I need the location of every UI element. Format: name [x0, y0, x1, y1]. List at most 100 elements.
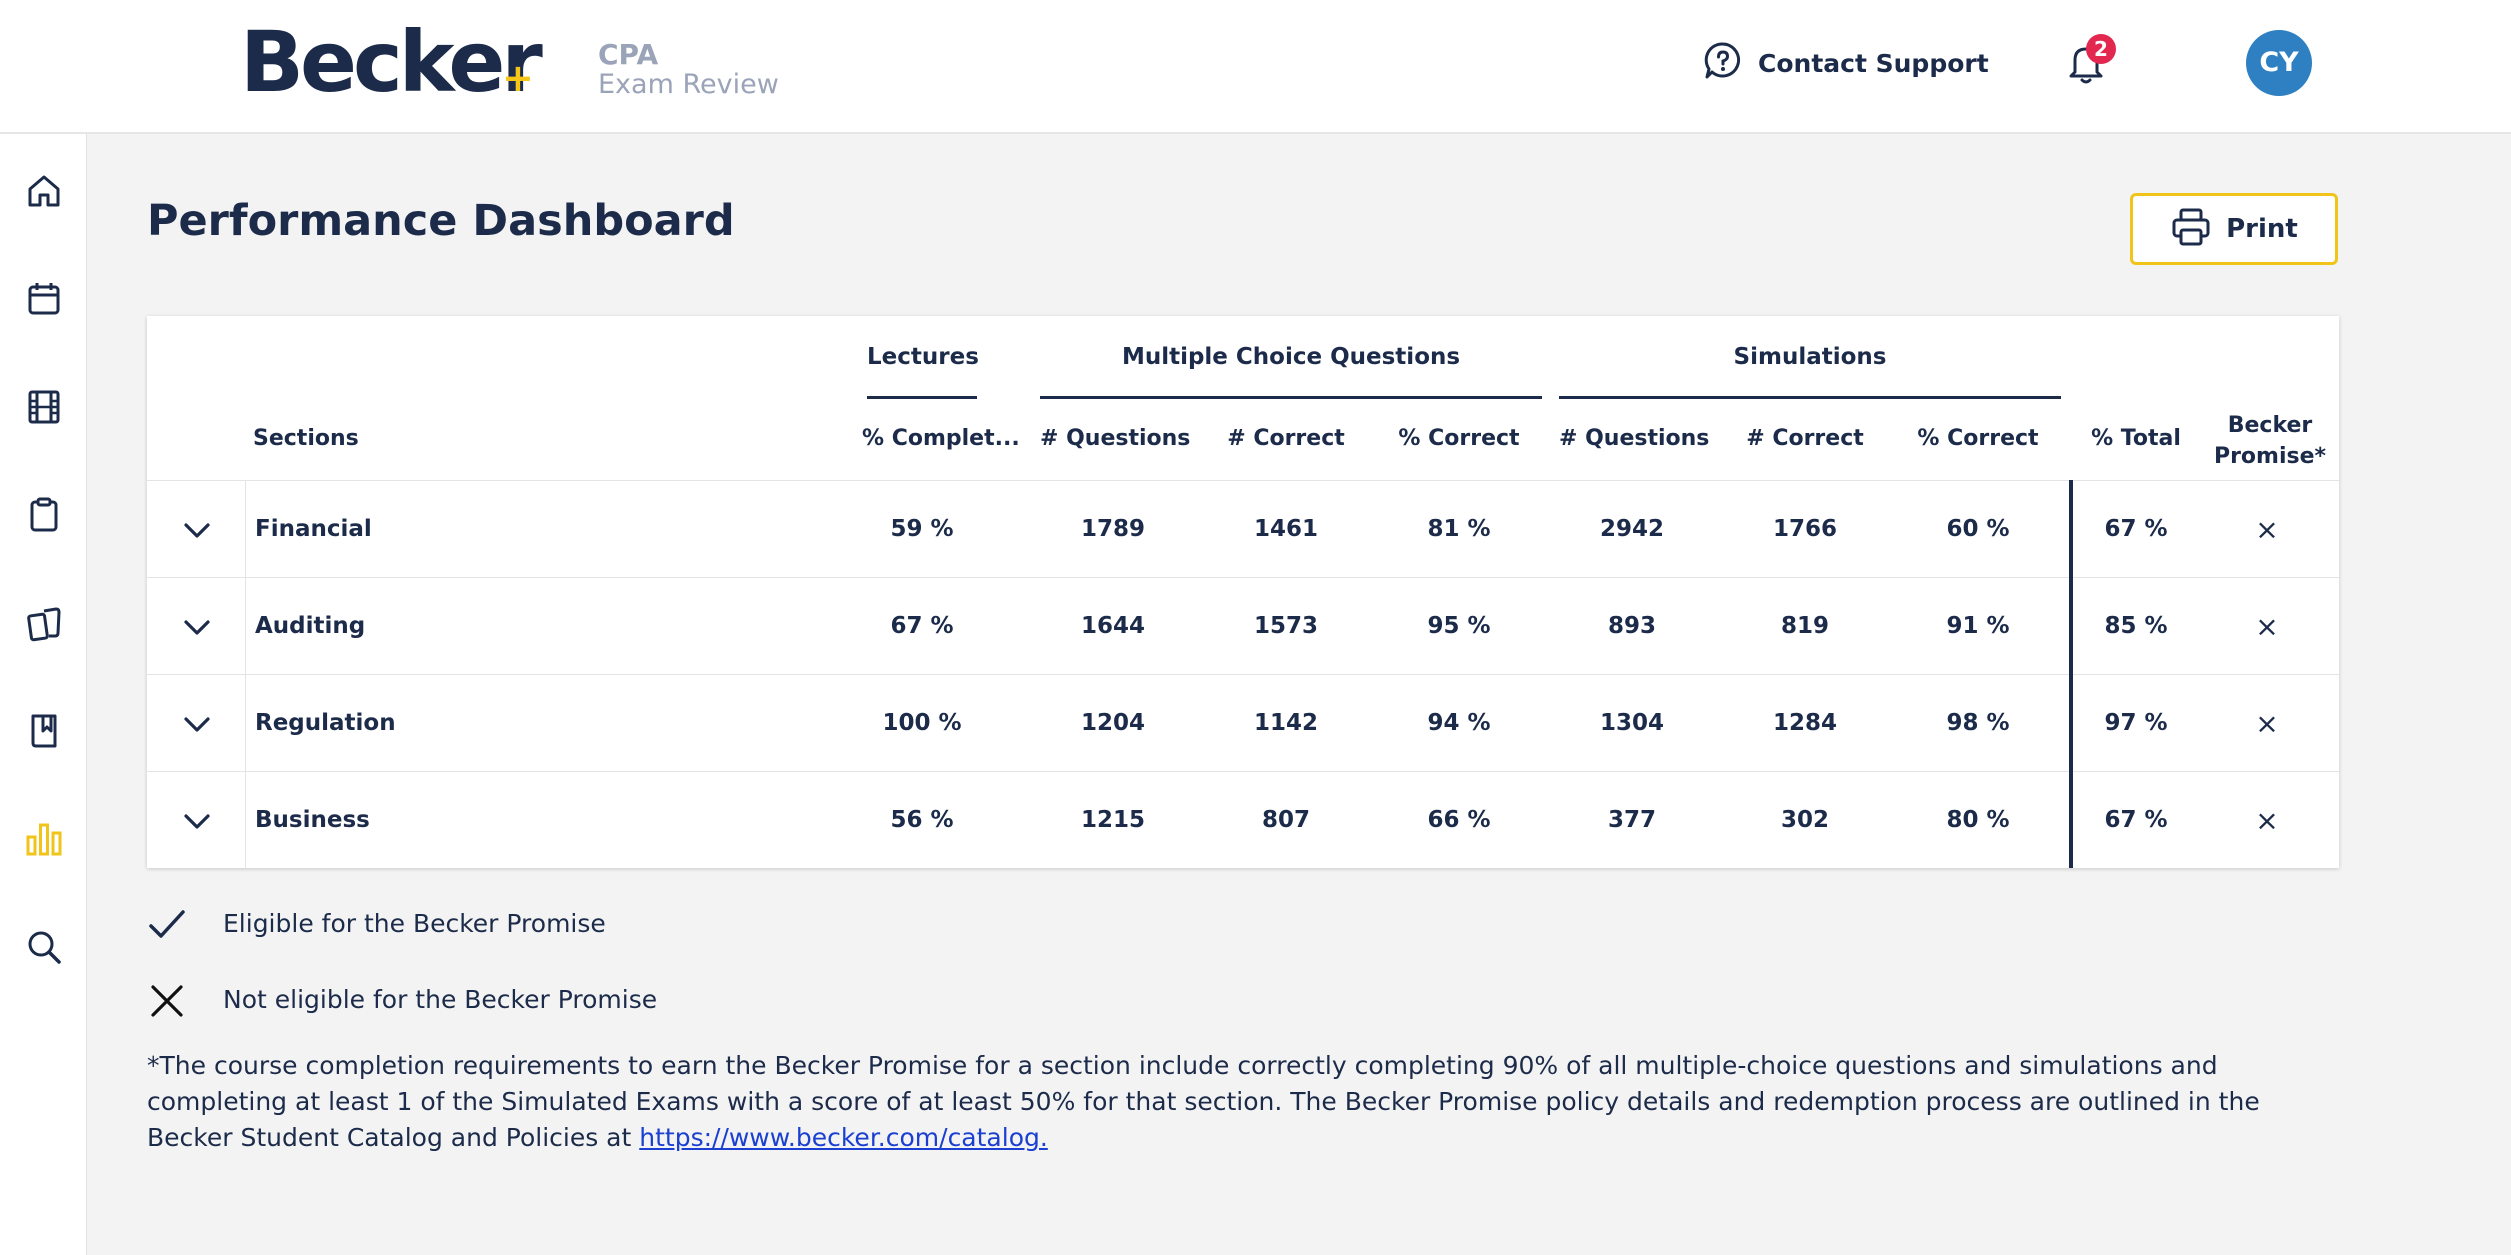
section-name: Regulation — [255, 710, 396, 736]
flashcards-icon[interactable] — [20, 599, 68, 647]
top-header: Becker + CPA Exam Review Contact Support… — [0, 0, 2511, 134]
group-header-mcq: Multiple Choice Questions — [1121, 344, 1461, 370]
group-underline-simulations — [1559, 396, 2061, 399]
chat-question-icon — [1702, 40, 1744, 86]
row-separator — [245, 578, 246, 675]
home-icon[interactable] — [20, 167, 68, 215]
promise-not-eligible-icon: × — [2255, 707, 2279, 740]
total-pct: 67 % — [2104, 516, 2168, 542]
mcq-pct-correct: 95 % — [1427, 613, 1491, 639]
bookmark-book-icon[interactable] — [20, 707, 68, 755]
product-name-cpa: CPA — [598, 38, 659, 71]
lectures-complete: 59 % — [890, 516, 954, 542]
product-name-exam-review: Exam Review — [598, 69, 779, 100]
col-header-lectures-complete: % Complet... — [862, 426, 1020, 451]
sim-questions: 1304 — [1599, 710, 1664, 736]
row-separator — [245, 481, 246, 578]
promise-not-eligible-icon: × — [2255, 610, 2279, 643]
sim-pct-correct: 80 % — [1946, 807, 2010, 833]
footnote-text: *The course completion requirements to e… — [147, 1051, 2260, 1152]
chevron-down-icon[interactable] — [177, 608, 217, 648]
chevron-down-icon[interactable] — [177, 511, 217, 551]
col-header-total: % Total — [2091, 426, 2181, 451]
promise-not-eligible-icon: × — [2255, 804, 2279, 837]
sim-correct: 1766 — [1772, 516, 1837, 542]
section-name: Auditing — [255, 613, 366, 639]
search-icon[interactable] — [20, 923, 68, 971]
row-separator — [245, 772, 246, 869]
chevron-down-icon[interactable] — [177, 705, 217, 745]
becker-logo[interactable]: Becker — [240, 12, 543, 112]
mcq-questions: 1215 — [1080, 807, 1145, 833]
contact-support-label: Contact Support — [1758, 48, 1989, 78]
col-header-sim-questions: # Questions — [1559, 426, 1710, 451]
total-column-divider — [2069, 480, 2073, 868]
col-header-mcq-pct-correct: % Correct — [1398, 426, 1520, 451]
total-pct: 85 % — [2104, 613, 2168, 639]
mcq-correct: 1142 — [1253, 710, 1318, 736]
mcq-questions: 1644 — [1080, 613, 1145, 639]
table-row: Financial 59 % 1789 1461 81 % 2942 1766 … — [147, 480, 2339, 578]
notification-count-badge: 2 — [2086, 34, 2116, 64]
table-row: Regulation 100 % 1204 1142 94 % 1304 128… — [147, 674, 2339, 772]
table-row: Business 56 % 1215 807 66 % 377 302 80 %… — [147, 771, 2339, 869]
mcq-pct-correct: 81 % — [1427, 516, 1491, 542]
printer-icon — [2170, 207, 2212, 251]
user-avatar[interactable]: CY — [2246, 30, 2312, 96]
mcq-questions: 1204 — [1080, 710, 1145, 736]
calendar-icon[interactable] — [20, 275, 68, 323]
legend-not-eligible-label: Not eligible for the Becker Promise — [223, 985, 658, 1014]
col-header-sim-pct-correct: % Correct — [1917, 426, 2039, 451]
sim-correct: 302 — [1780, 807, 1829, 833]
group-header-lectures: Lectures — [867, 344, 979, 370]
sim-pct-correct: 98 % — [1946, 710, 2010, 736]
lectures-complete: 67 % — [890, 613, 954, 639]
group-underline-mcq — [1040, 396, 1542, 399]
sim-questions: 377 — [1607, 807, 1656, 833]
sim-questions: 2942 — [1599, 516, 1664, 542]
clipboard-icon[interactable] — [20, 491, 68, 539]
table-row: Auditing 67 % 1644 1573 95 % 893 819 91 … — [147, 577, 2339, 675]
sim-pct-correct: 91 % — [1946, 613, 2010, 639]
performance-table: Lectures Multiple Choice Questions Simul… — [147, 316, 2339, 869]
bar-chart-icon[interactable] — [20, 815, 68, 863]
mcq-questions: 1789 — [1080, 516, 1145, 542]
page-title: Performance Dashboard — [147, 196, 735, 246]
col-header-sections: Sections — [253, 426, 359, 451]
mcq-correct: 807 — [1261, 807, 1310, 833]
catalog-link[interactable]: https://www.becker.com/catalog. — [639, 1123, 1048, 1152]
print-button[interactable]: Print — [2130, 193, 2338, 265]
sim-pct-correct: 60 % — [1946, 516, 2010, 542]
sim-correct: 1284 — [1772, 710, 1837, 736]
group-underline-lectures — [867, 396, 977, 399]
footnote: *The course completion requirements to e… — [147, 1048, 2347, 1156]
logo-plus-mark: + — [502, 56, 534, 100]
contact-support-button[interactable]: Contact Support — [1702, 40, 1989, 86]
mcq-correct: 1573 — [1253, 613, 1318, 639]
print-label: Print — [2226, 214, 2298, 244]
total-pct: 97 % — [2104, 710, 2168, 736]
col-header-mcq-questions: # Questions — [1040, 426, 1191, 451]
col-header-becker-promise-line1: Becker — [2227, 413, 2313, 438]
total-pct: 67 % — [2104, 807, 2168, 833]
legend-eligible-label: Eligible for the Becker Promise — [223, 909, 606, 938]
sidebar-nav — [0, 134, 87, 1255]
col-header-becker-promise: Becker Promise* — [2207, 410, 2333, 472]
checkmark-icon — [147, 905, 187, 949]
col-header-sim-correct: # Correct — [1746, 426, 1864, 451]
lectures-complete: 56 % — [890, 807, 954, 833]
product-name: CPA Exam Review — [598, 40, 779, 100]
x-mark-icon — [147, 981, 187, 1025]
sim-questions: 893 — [1607, 613, 1656, 639]
row-separator — [245, 675, 246, 772]
chevron-down-icon[interactable] — [177, 802, 217, 842]
mcq-correct: 1461 — [1253, 516, 1318, 542]
film-icon[interactable] — [20, 383, 68, 431]
col-header-mcq-correct: # Correct — [1227, 426, 1345, 451]
lectures-complete: 100 % — [882, 710, 962, 736]
section-name: Financial — [255, 516, 372, 542]
mcq-pct-correct: 94 % — [1427, 710, 1491, 736]
section-name: Business — [255, 807, 370, 833]
promise-not-eligible-icon: × — [2255, 513, 2279, 546]
sim-correct: 819 — [1780, 613, 1829, 639]
